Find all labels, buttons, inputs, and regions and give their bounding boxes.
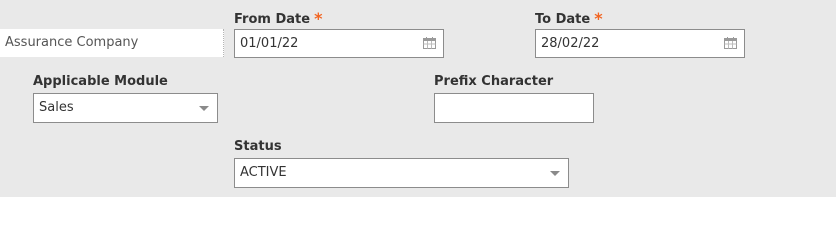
applicable-module-label: Applicable Module — [33, 74, 168, 89]
form-panel: Assurance Company From Date * 01/01/22 To… — [0, 0, 836, 197]
from-date-label: From Date * — [234, 9, 322, 28]
chevron-down-icon[interactable] — [550, 171, 560, 176]
applicable-module-select[interactable]: Sales — [33, 93, 218, 123]
required-mark: * — [594, 9, 603, 28]
status-label: Status — [234, 139, 282, 154]
calendar-icon[interactable] — [724, 37, 737, 49]
status-select[interactable]: ACTIVE — [234, 158, 569, 188]
to-date-label: To Date * — [535, 9, 603, 28]
from-date-label-text: From Date — [234, 12, 311, 27]
from-date-input[interactable]: 01/01/22 — [234, 29, 444, 58]
required-mark: * — [314, 9, 323, 28]
company-field[interactable]: Assurance Company — [0, 29, 224, 57]
prefix-character-label: Prefix Character — [434, 74, 554, 89]
prefix-character-input[interactable] — [434, 93, 594, 123]
to-date-label-text: To Date — [535, 12, 591, 27]
to-date-input[interactable]: 28/02/22 — [535, 29, 745, 58]
from-date-value: 01/01/22 — [240, 36, 299, 51]
chevron-down-icon[interactable] — [199, 106, 209, 111]
to-date-value: 28/02/22 — [541, 36, 600, 51]
company-field-value: Assurance Company — [5, 35, 139, 50]
applicable-module-value: Sales — [39, 100, 74, 115]
status-value: ACTIVE — [240, 165, 287, 180]
calendar-icon[interactable] — [423, 37, 436, 49]
